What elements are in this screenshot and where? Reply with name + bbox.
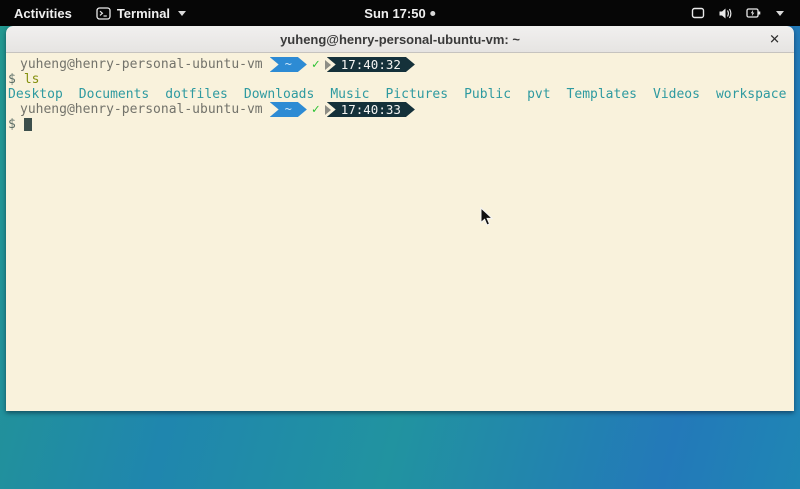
- directory-name: dotfiles: [165, 87, 228, 102]
- directory-name: Downloads: [244, 87, 314, 102]
- command-line: $ ls: [8, 72, 792, 87]
- prompt-path-segment: ~: [270, 57, 307, 72]
- chevron-down-icon: [178, 11, 186, 16]
- prompt-symbol: $: [8, 117, 16, 132]
- clock-label: Sun 17:50: [364, 6, 425, 21]
- prompt-time-segment: 17:40:33: [327, 102, 415, 117]
- system-tray-button[interactable]: [681, 0, 794, 26]
- terminal-window: yuheng@henry-personal-ubuntu-vm: ~ ✕ yuh…: [6, 26, 794, 411]
- activities-button[interactable]: Activities: [0, 0, 86, 26]
- directory-name: Music: [330, 87, 369, 102]
- notification-dot-icon: [431, 11, 436, 16]
- directory-name: Public: [464, 87, 511, 102]
- command-text: ls: [24, 72, 40, 87]
- app-menu-button[interactable]: Terminal: [86, 0, 196, 26]
- directory-name: pvt: [527, 87, 550, 102]
- terminal-body[interactable]: yuheng@henry-personal-ubuntu-vm ~ ✓ 17:4…: [6, 53, 794, 411]
- directory-name: workspace: [716, 87, 786, 102]
- window-titlebar[interactable]: yuheng@henry-personal-ubuntu-vm: ~ ✕: [6, 26, 794, 53]
- terminal-icon: [96, 7, 111, 20]
- volume-icon: [718, 7, 733, 20]
- battery-charging-icon: [746, 7, 761, 19]
- prompt-symbol: $: [8, 72, 16, 87]
- directory-name: Templates: [567, 87, 637, 102]
- clock-button[interactable]: Sun 17:50: [364, 0, 435, 26]
- prompt-user: yuheng@henry-personal-ubuntu-vm: [8, 57, 263, 72]
- directory-name: Pictures: [385, 87, 448, 102]
- directory-name: Videos: [653, 87, 700, 102]
- prompt-line: yuheng@henry-personal-ubuntu-vm ~ ✓ 17:4…: [8, 102, 792, 117]
- prompt-path-segment: ~: [270, 102, 307, 117]
- prompt-line: yuheng@henry-personal-ubuntu-vm ~ ✓ 17:4…: [8, 57, 792, 72]
- text-cursor: [24, 118, 32, 131]
- close-icon[interactable]: ✕: [769, 33, 780, 46]
- window-title: yuheng@henry-personal-ubuntu-vm: ~: [280, 32, 520, 47]
- app-menu-label: Terminal: [117, 6, 170, 21]
- chevron-right-icon: [325, 105, 331, 115]
- prompt-time-segment: 17:40:32: [327, 57, 415, 72]
- top-bar: Activities Terminal Sun 17:50: [0, 0, 800, 26]
- chevron-down-icon: [776, 11, 784, 16]
- status-check-icon: ✓: [312, 57, 320, 72]
- display-icon: [691, 7, 705, 19]
- input-line[interactable]: $: [8, 117, 792, 132]
- chevron-right-icon: [325, 60, 331, 70]
- directory-name: Desktop: [8, 87, 63, 102]
- directory-name: Documents: [79, 87, 149, 102]
- status-check-icon: ✓: [312, 102, 320, 117]
- prompt-user: yuheng@henry-personal-ubuntu-vm: [8, 102, 263, 117]
- ls-output-line: Desktop Documents dotfiles Downloads Mus…: [8, 87, 792, 102]
